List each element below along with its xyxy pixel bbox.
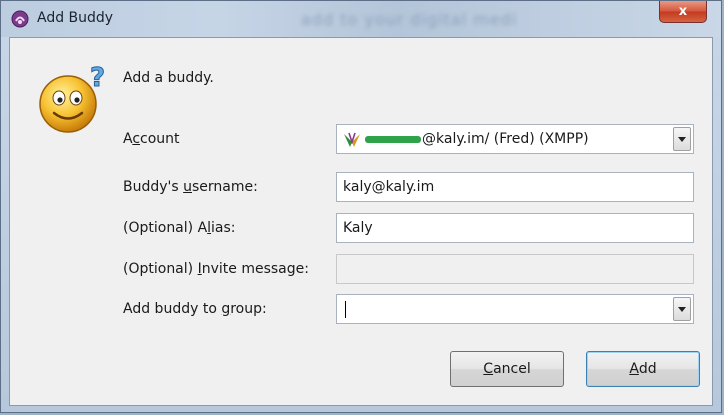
chevron-down-icon[interactable] bbox=[673, 297, 691, 321]
close-icon: x bbox=[678, 4, 688, 19]
group-combo[interactable] bbox=[336, 294, 694, 324]
background-window-title: add to your digital medi bbox=[301, 10, 518, 29]
text-cursor bbox=[345, 301, 346, 318]
username-label: Buddy's username: bbox=[123, 179, 258, 195]
xmpp-icon bbox=[344, 132, 360, 147]
alias-input[interactable]: Kaly bbox=[336, 213, 694, 243]
pidgin-app-icon bbox=[11, 10, 29, 28]
account-value: @kaly.im/ (Fred) (XMPP) bbox=[422, 131, 589, 147]
close-button[interactable]: x bbox=[659, 1, 707, 23]
alias-label: (Optional) Alias: bbox=[123, 220, 236, 236]
smiley-question-icon: ? bbox=[39, 63, 106, 133]
group-label: Add buddy to group: bbox=[123, 301, 267, 317]
account-label: Account bbox=[123, 131, 180, 147]
invite-message-label: (Optional) Invite message: bbox=[123, 261, 309, 277]
add-button[interactable]: Add bbox=[586, 351, 700, 387]
window-title: Add Buddy bbox=[37, 10, 114, 26]
dialog-body: ? Add a buddy. Account @kaly.im/ (Fred) … bbox=[9, 37, 713, 406]
svg-text:?: ? bbox=[90, 63, 105, 93]
title-bar[interactable]: add to your digital medi Add Buddy x bbox=[1, 1, 721, 37]
redacted-account-id bbox=[365, 135, 421, 143]
username-input[interactable]: kaly@kaly.im bbox=[336, 172, 694, 202]
cancel-button[interactable]: Cancel bbox=[450, 351, 564, 387]
chevron-down-icon[interactable] bbox=[673, 127, 691, 151]
account-select[interactable]: @kaly.im/ (Fred) (XMPP) bbox=[336, 124, 694, 154]
dialog-prompt: Add a buddy. bbox=[123, 70, 214, 86]
invite-message-input[interactable] bbox=[336, 254, 694, 284]
add-buddy-window: add to your digital medi Add Buddy x ? A… bbox=[0, 0, 722, 413]
